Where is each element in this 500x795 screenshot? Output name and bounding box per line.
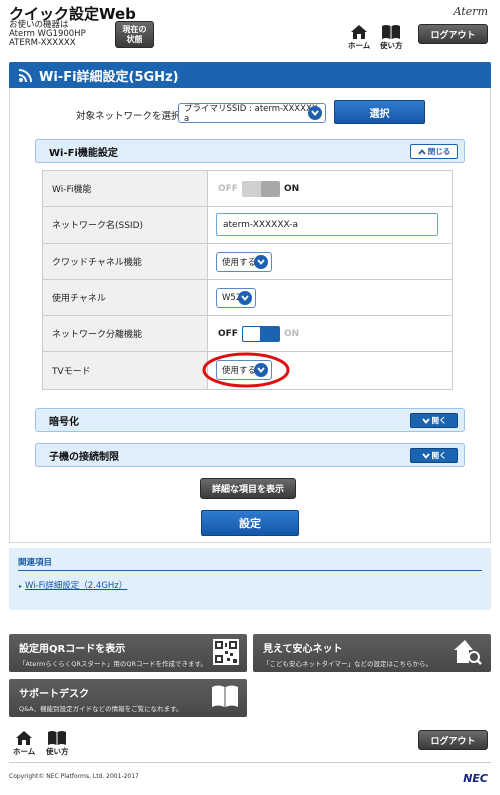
nav-home-label: ホーム (348, 41, 371, 50)
nav-help[interactable]: 使い方 (380, 24, 403, 51)
support-card-title: サポートデスク (19, 689, 89, 700)
nec-logo: NEC (463, 772, 488, 785)
nav-help-label: 使い方 (380, 41, 403, 50)
footer-logout-button[interactable]: ログアウト (418, 730, 488, 750)
select-network-button[interactable]: 選択 (334, 100, 425, 124)
qr-code-icon (213, 639, 239, 665)
row-label: TVモード (43, 352, 208, 389)
chevron-down-icon (254, 254, 268, 269)
safety-card-title: 見えて安心ネット (263, 644, 343, 655)
quad-channel-select[interactable]: 使用する (216, 251, 272, 272)
network-isolation-switch[interactable]: OFF ON (218, 326, 300, 343)
qr-code-card[interactable]: 設定用QRコードを表示 「AtermらくらくQRスタート」用のQRコードを作成で… (9, 634, 247, 672)
child-connection-panel-title: 子機の接続制限 (49, 451, 119, 463)
quad-channel-value: 使用する (222, 257, 257, 268)
chevron-down-icon (238, 290, 252, 305)
footer-divider (9, 762, 491, 763)
row-label: ネットワーク名(SSID) (43, 207, 208, 243)
logout-label: ログアウト (430, 30, 476, 41)
show-details-label: 詳細な項目を表示 (211, 485, 284, 495)
table-row: 使用チャネル W52 (43, 279, 452, 317)
related-title: 関連項目 (18, 558, 53, 568)
device-ssid: ATERM-XXXXXX (9, 38, 76, 48)
nav-home[interactable]: ホーム (348, 24, 370, 51)
book-icon (48, 731, 67, 745)
child-connection-open-button[interactable]: 開く (410, 448, 458, 463)
chevron-up-icon (418, 148, 426, 155)
switch-on-label: ON (283, 329, 300, 340)
header: クイック設定Web お使いの機器は Aterm WG1900HP ATERM-X… (0, 0, 500, 57)
related-items: 関連項目 ▸ Wi-Fi詳細設定（2.4GHz） (9, 548, 491, 610)
footer-nav-home[interactable]: ホーム (13, 730, 35, 757)
encryption-panel-header[interactable]: 暗号化 開く (35, 408, 465, 432)
safety-card-desc: 「こども安心ネットタイマー」などの設定はこちらから。 (263, 660, 432, 668)
related-link-wifi-24ghz[interactable]: ▸ Wi-Fi詳細設定（2.4GHz） (19, 579, 127, 591)
wifi-function-switch[interactable]: OFF ON (218, 181, 299, 197)
chevron-down-icon (421, 417, 430, 424)
chevron-down-icon (308, 106, 322, 120)
table-row: クワッドチャネル機能 使用する (43, 243, 452, 280)
mieru-anshin-card[interactable]: 見えて安心ネット 「こども安心ネットタイマー」などの設定はこちらから。 (253, 634, 491, 672)
book-icon (382, 25, 401, 39)
book-icon (212, 685, 238, 707)
footer-nav-help[interactable]: 使い方 (46, 730, 69, 757)
logout-button[interactable]: ログアウト (418, 24, 488, 44)
switch-track (241, 181, 280, 197)
table-row: ネットワーク分離機能 OFF ON (43, 316, 452, 353)
current-status-label: 現在の 状態 (122, 24, 147, 44)
row-label: クワッドチャネル機能 (43, 243, 208, 279)
encryption-panel-title: 暗号化 (49, 416, 79, 428)
child-connection-panel-header[interactable]: 子機の接続制限 開く (35, 443, 465, 467)
table-row: ネットワーク名(SSID) aterm-XXXXXX-a (43, 207, 452, 244)
select-network-label: 選択 (369, 108, 390, 120)
ssid-input[interactable]: aterm-XXXXXX-a (216, 213, 438, 237)
child-connection-open-label: 開く (431, 451, 447, 460)
aterm-logo: Aterm (453, 5, 488, 18)
section-title: Wi-Fi詳細設定(5GHz) (39, 69, 179, 85)
target-network-select[interactable]: プライマリSSID : aterm-XXXXXX-a (178, 103, 326, 124)
home-search-icon (454, 640, 482, 665)
wifi-function-panel-header[interactable]: Wi-Fi機能設定 閉じる (35, 139, 465, 163)
row-label: 使用チャネル (43, 279, 208, 316)
target-network-value: プライマリSSID : aterm-XXXXXX-a (184, 104, 321, 124)
wifi-icon (18, 69, 32, 83)
related-divider (18, 570, 482, 571)
switch-off-label: OFF (218, 184, 238, 194)
apply-button[interactable]: 設定 (201, 510, 299, 536)
wifi-function-panel-title: Wi-Fi機能設定 (49, 147, 118, 159)
footer-nav-home-label: ホーム (13, 747, 36, 756)
highlight-ring (202, 352, 290, 388)
related-link-label: Wi-Fi詳細設定（2.4GHz） (25, 581, 128, 591)
row-label: Wi-Fi機能 (43, 171, 208, 207)
encryption-open-button[interactable]: 開く (410, 413, 458, 428)
current-status-button[interactable]: 現在の 状態 (115, 21, 154, 48)
qr-card-desc: 「AtermらくらくQRスタート」用のQRコードを作成できます。 (19, 660, 207, 668)
table-row: Wi-Fi機能 OFF ON (43, 171, 452, 208)
support-card-desc: Q&A、機能別設定ガイドなどの情報をご覧になれます。 (19, 705, 183, 713)
bullet-icon: ▸ (19, 583, 23, 590)
show-details-button[interactable]: 詳細な項目を表示 (200, 478, 296, 499)
copyright: Copyright© NEC Platforms, Ltd. 2001-2017 (9, 773, 139, 780)
qr-card-title: 設定用QRコードを表示 (19, 644, 126, 655)
home-icon (351, 25, 368, 39)
encryption-open-label: 開く (431, 416, 447, 425)
support-desk-card[interactable]: サポートデスク Q&A、機能別設定ガイドなどの情報をご覧になれます。 (9, 679, 247, 717)
channel-select[interactable]: W52 (216, 287, 256, 308)
apply-label: 設定 (239, 517, 261, 530)
wifi-panel-close-button[interactable]: 閉じる (410, 144, 458, 159)
target-network-label: 対象ネットワークを選択 (76, 111, 181, 122)
wifi-panel-close-label: 閉じる (427, 147, 451, 156)
section-title-bar: Wi-Fi詳細設定(5GHz) (9, 62, 491, 88)
footer-nav-help-label: 使い方 (46, 747, 69, 756)
switch-track (241, 326, 280, 343)
footer-logout-label: ログアウト (430, 736, 476, 747)
switch-off-label: OFF (218, 329, 238, 340)
home-icon (16, 731, 33, 745)
row-label: ネットワーク分離機能 (43, 316, 208, 352)
switch-on-label: ON (283, 184, 300, 194)
chevron-down-icon (421, 452, 430, 459)
